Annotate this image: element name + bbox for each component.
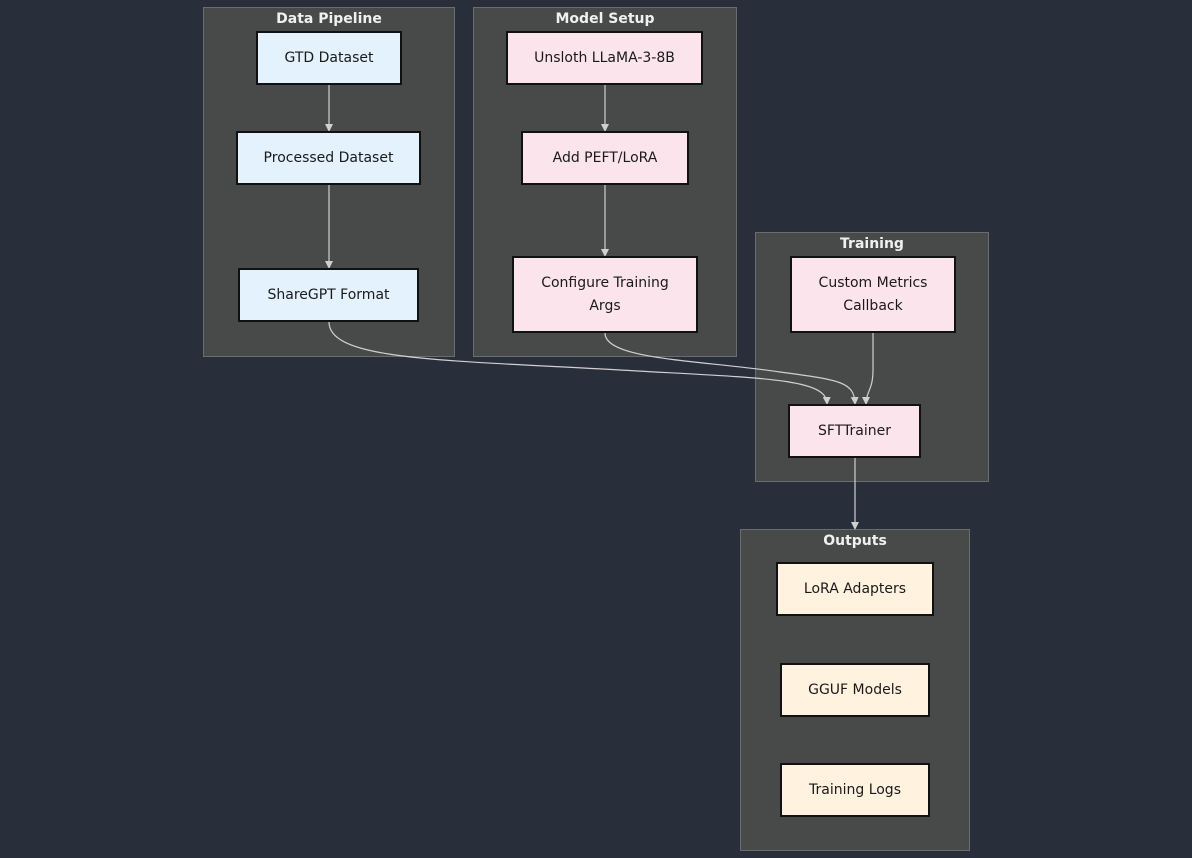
node-add-peft-lora: Add PEFT/LoRA [521,131,689,185]
node-training-logs: Training Logs [780,763,930,817]
edge-configure-to-sfttrainer [604,332,859,405]
node-sharegpt-format: ShareGPT Format [238,268,419,322]
node-gguf-models: GGUF Models [780,663,930,717]
node-sfttrainer: SFTTrainer [788,404,921,458]
node-configure-training-args: Configure Training Args [512,256,698,333]
node-processed-dataset: Processed Dataset [236,131,421,185]
node-gtd-dataset: GTD Dataset [256,31,402,85]
edge-callback-to-sfttrainer [862,333,874,405]
node-unsloth-llama: Unsloth LLaMA-3-8B [506,31,703,85]
node-lora-adapters: LoRA Adapters [776,562,934,616]
node-custom-metrics-callback: Custom Metrics Callback [790,256,956,333]
edges-layer [325,85,874,530]
edge-sharegpt-to-sfttrainer [328,321,831,405]
